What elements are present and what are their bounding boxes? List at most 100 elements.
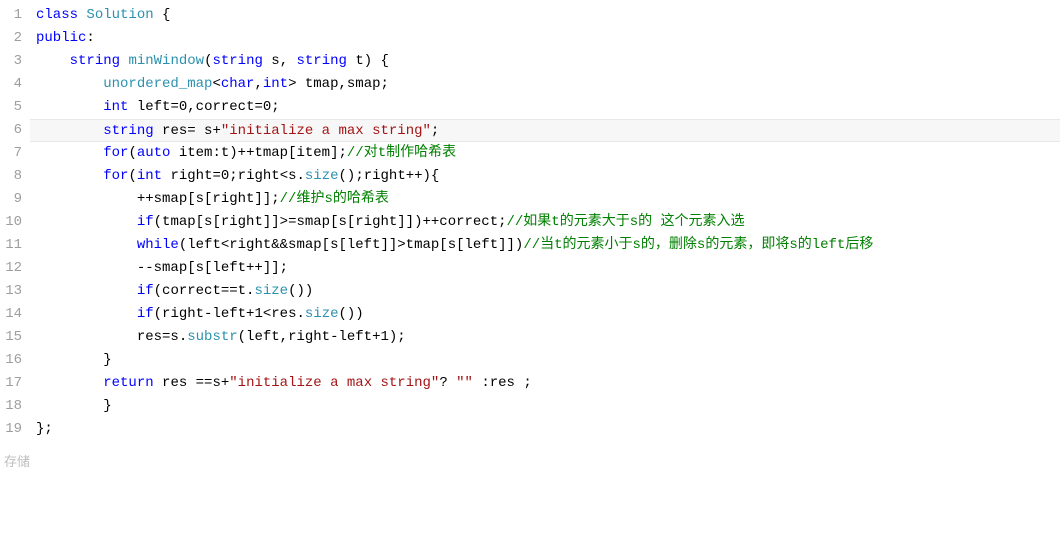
code-line[interactable]: unordered_map<char,int> tmap,smap;	[30, 73, 1060, 96]
code-line[interactable]: if(tmap[s[right]]>=smap[s[right]])++corr…	[30, 211, 1060, 234]
code-token: );	[389, 329, 406, 345]
code-line[interactable]: string minWindow(string s, string t) {	[30, 50, 1060, 73]
code-token: (	[128, 145, 136, 161]
code-token: minWindow	[128, 53, 204, 69]
code-token: 1	[254, 306, 262, 322]
keyword-token: if	[137, 306, 154, 322]
code-area[interactable]: class Solution {public: string minWindow…	[30, 0, 1060, 445]
code-token: }	[36, 398, 112, 414]
code-line[interactable]: };	[30, 418, 1060, 441]
code-line[interactable]: string res= s+"initialize a max string";	[30, 119, 1060, 142]
line-number: 17	[4, 372, 22, 395]
code-line[interactable]: res=s.substr(left,right-left+1);	[30, 326, 1060, 349]
keyword-token: string	[297, 53, 347, 69]
code-token	[36, 76, 103, 92]
code-line[interactable]: --smap[s[left++]];	[30, 257, 1060, 280]
keyword-token: while	[137, 237, 179, 253]
code-line[interactable]: ++smap[s[right]];//维护s的哈希表	[30, 188, 1060, 211]
code-token: :res ;	[473, 375, 532, 391]
code-token: t) {	[347, 53, 389, 69]
code-token: s,	[263, 53, 297, 69]
code-token: > tmap,smap;	[288, 76, 389, 92]
code-token: res=s.	[36, 329, 187, 345]
line-number: 11	[4, 234, 22, 257]
code-token	[36, 237, 137, 253]
code-token: }	[36, 352, 112, 368]
line-number: 18	[4, 395, 22, 418]
code-token: (right-left+	[154, 306, 255, 322]
keyword-token: int	[263, 76, 288, 92]
code-line[interactable]: public:	[30, 27, 1060, 50]
keyword-token: string	[212, 53, 262, 69]
code-token: size	[254, 283, 288, 299]
code-token: unordered_map	[103, 76, 212, 92]
code-token: :	[86, 30, 94, 46]
keyword-token: int	[103, 99, 128, 115]
code-token: ,correct=	[187, 99, 263, 115]
code-token: Solution	[86, 7, 153, 23]
code-line[interactable]: return res ==s+"initialize a max string"…	[30, 372, 1060, 395]
code-token: {	[154, 7, 171, 23]
code-line[interactable]: class Solution {	[30, 4, 1060, 27]
code-token: --smap[s[left++]];	[36, 260, 288, 276]
code-line[interactable]: while(left<right&&smap[s[left]]>tmap[s[l…	[30, 234, 1060, 257]
code-token: ())	[339, 306, 364, 322]
code-token: right=	[162, 168, 221, 184]
code-token: 1	[380, 329, 388, 345]
keyword-token: public	[36, 30, 86, 46]
line-number: 14	[4, 303, 22, 326]
line-number: 5	[4, 96, 22, 119]
line-number: 13	[4, 280, 22, 303]
code-token	[36, 53, 70, 69]
code-token	[36, 145, 103, 161]
code-token: ++smap[s[right]];	[36, 191, 280, 207]
code-line[interactable]: int left=0,correct=0;	[30, 96, 1060, 119]
string-token: "initialize a max string"	[229, 375, 439, 391]
comment-token: //对t制作哈希表	[347, 145, 456, 161]
line-number: 2	[4, 27, 22, 50]
code-token	[36, 168, 103, 184]
line-number: 4	[4, 73, 22, 96]
keyword-token: auto	[137, 145, 171, 161]
comment-token: //如果t的元素大于s的 这个元素入选	[507, 214, 745, 230]
code-token: (	[128, 168, 136, 184]
line-number: 3	[4, 50, 22, 73]
comment-token: //当t的元素小于s的，删除s的元素，即将s的left后移	[523, 237, 873, 253]
code-token: res= s+	[154, 123, 221, 139]
code-token: ())	[288, 283, 313, 299]
code-line[interactable]: }	[30, 349, 1060, 372]
string-token: ""	[456, 375, 473, 391]
code-token: size	[305, 168, 339, 184]
line-number: 15	[4, 326, 22, 349]
keyword-token: char	[221, 76, 255, 92]
code-token: ;	[431, 123, 439, 139]
string-token: "initialize a max string"	[221, 123, 431, 139]
code-token	[36, 283, 137, 299]
line-number: 8	[4, 165, 22, 188]
keyword-token: return	[103, 375, 153, 391]
code-token: (left,right-left+	[238, 329, 381, 345]
code-token: <res.	[263, 306, 305, 322]
code-editor: 12345678910111213141516171819 class Solu…	[0, 0, 1060, 445]
code-line[interactable]: }	[30, 395, 1060, 418]
code-token: 0	[179, 99, 187, 115]
code-token	[36, 214, 137, 230]
code-token: (left<right&&smap[s[left]]>tmap[s[left]]…	[179, 237, 523, 253]
footer-status: 存储	[0, 445, 1060, 476]
code-line[interactable]: if(right-left+1<res.size())	[30, 303, 1060, 326]
keyword-token: string	[103, 123, 153, 139]
keyword-token: for	[103, 145, 128, 161]
line-number: 16	[4, 349, 22, 372]
comment-token: //维护s的哈希表	[280, 191, 389, 207]
keyword-token: string	[70, 53, 120, 69]
line-number: 7	[4, 142, 22, 165]
code-token	[36, 99, 103, 115]
footer-label: 存储	[4, 455, 30, 470]
code-token	[36, 375, 103, 391]
code-line[interactable]: for(auto item:t)++tmap[item];//对t制作哈希表	[30, 142, 1060, 165]
keyword-token: if	[137, 214, 154, 230]
code-line[interactable]: if(correct==t.size())	[30, 280, 1060, 303]
line-number: 6	[4, 119, 22, 142]
code-line[interactable]: for(int right=0;right<s.size();right++){	[30, 165, 1060, 188]
code-token: left=	[128, 99, 178, 115]
